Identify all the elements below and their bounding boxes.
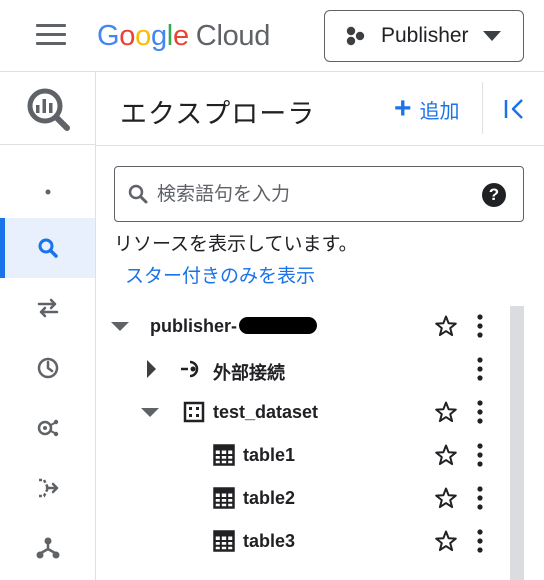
star-icon[interactable] bbox=[434, 400, 458, 424]
external-connections-label: 外部接続 bbox=[213, 363, 285, 383]
expand-arrow-icon[interactable] bbox=[147, 360, 156, 378]
tree-row-project[interactable]: publisher- bbox=[96, 304, 506, 347]
rail-item-analytics-hub[interactable] bbox=[0, 398, 95, 458]
table-icon bbox=[213, 530, 235, 552]
rail-item-data-transfers[interactable] bbox=[0, 278, 95, 338]
bigquery-logo-icon[interactable] bbox=[25, 86, 71, 132]
tree-row-external-connections[interactable]: 外部接続 bbox=[96, 347, 506, 390]
external-connection-icon bbox=[181, 360, 199, 378]
redacted-project-id bbox=[239, 317, 318, 334]
project-selector-button[interactable]: Publisher bbox=[324, 10, 524, 62]
header-divider bbox=[482, 82, 483, 134]
search-icon bbox=[128, 184, 148, 204]
tree-row-table[interactable]: table2 bbox=[96, 476, 506, 519]
explorer-title: エクスプローラ bbox=[120, 99, 316, 129]
table-label: table1 bbox=[243, 445, 296, 465]
more-vert-icon[interactable] bbox=[476, 357, 484, 381]
expand-arrow-icon[interactable] bbox=[141, 408, 159, 417]
collapse-panel-icon[interactable] bbox=[502, 96, 528, 122]
more-vert-icon[interactable] bbox=[476, 314, 484, 338]
more-vert-icon[interactable] bbox=[476, 443, 484, 467]
dataset-icon bbox=[183, 401, 205, 423]
search-input[interactable] bbox=[155, 175, 479, 215]
table-label: table2 bbox=[243, 488, 296, 508]
help-icon[interactable]: ? bbox=[482, 183, 506, 207]
table-label: table3 bbox=[243, 531, 296, 551]
dataset-label: test_dataset bbox=[213, 402, 319, 422]
dot-icon bbox=[45, 189, 50, 195]
add-button[interactable]: + 追加 bbox=[394, 94, 460, 124]
table-icon bbox=[213, 444, 235, 466]
left-rail bbox=[0, 72, 96, 580]
star-icon[interactable] bbox=[434, 486, 458, 510]
rail-item-explorer[interactable] bbox=[0, 218, 95, 278]
graph-icon bbox=[36, 537, 59, 559]
tree-row-table[interactable]: table1 bbox=[96, 433, 506, 476]
tree-row-table[interactable]: table3 bbox=[96, 519, 506, 562]
resource-info-text: リソースを表示しています。 bbox=[114, 234, 358, 255]
search-field: ? bbox=[114, 166, 524, 222]
transfer-icon bbox=[37, 298, 58, 318]
tree-row-dataset[interactable]: test_dataset bbox=[96, 390, 506, 433]
expand-arrow-icon[interactable] bbox=[111, 322, 129, 331]
explorer-header: エクスプローラ + 追加 bbox=[96, 72, 544, 146]
dataflow-icon bbox=[38, 478, 58, 498]
show-starred-only-link[interactable]: スター付きのみを表示 bbox=[125, 261, 315, 288]
google-cloud-logo[interactable]: Google Cloud bbox=[97, 18, 270, 54]
top-bar: Google Cloud Publisher bbox=[0, 0, 544, 72]
project-label: publisher- bbox=[150, 316, 238, 336]
star-icon[interactable] bbox=[434, 529, 458, 553]
more-vert-icon[interactable] bbox=[476, 400, 484, 424]
more-vert-icon[interactable] bbox=[476, 529, 484, 553]
star-icon[interactable] bbox=[434, 443, 458, 467]
rail-item-overview[interactable] bbox=[0, 162, 95, 222]
history-icon bbox=[37, 357, 58, 379]
chevron-down-icon bbox=[483, 31, 501, 41]
add-button-label: 追加 bbox=[419, 100, 460, 123]
rail-item-scheduled-queries[interactable] bbox=[0, 338, 95, 398]
menu-icon[interactable] bbox=[36, 24, 66, 46]
rail-item-dataform[interactable] bbox=[0, 518, 95, 578]
rail-divider bbox=[0, 144, 95, 145]
plus-icon: + bbox=[394, 92, 412, 125]
project-hexagons-icon bbox=[346, 26, 365, 46]
analytics-hub-icon bbox=[37, 419, 58, 437]
search-icon bbox=[38, 238, 58, 258]
tree-scrollbar[interactable] bbox=[510, 306, 524, 580]
star-icon[interactable] bbox=[434, 314, 458, 338]
more-vert-icon[interactable] bbox=[476, 486, 484, 510]
rail-item-dataflow[interactable] bbox=[0, 458, 95, 518]
project-name: Publisher bbox=[381, 24, 469, 47]
table-icon bbox=[213, 487, 235, 509]
